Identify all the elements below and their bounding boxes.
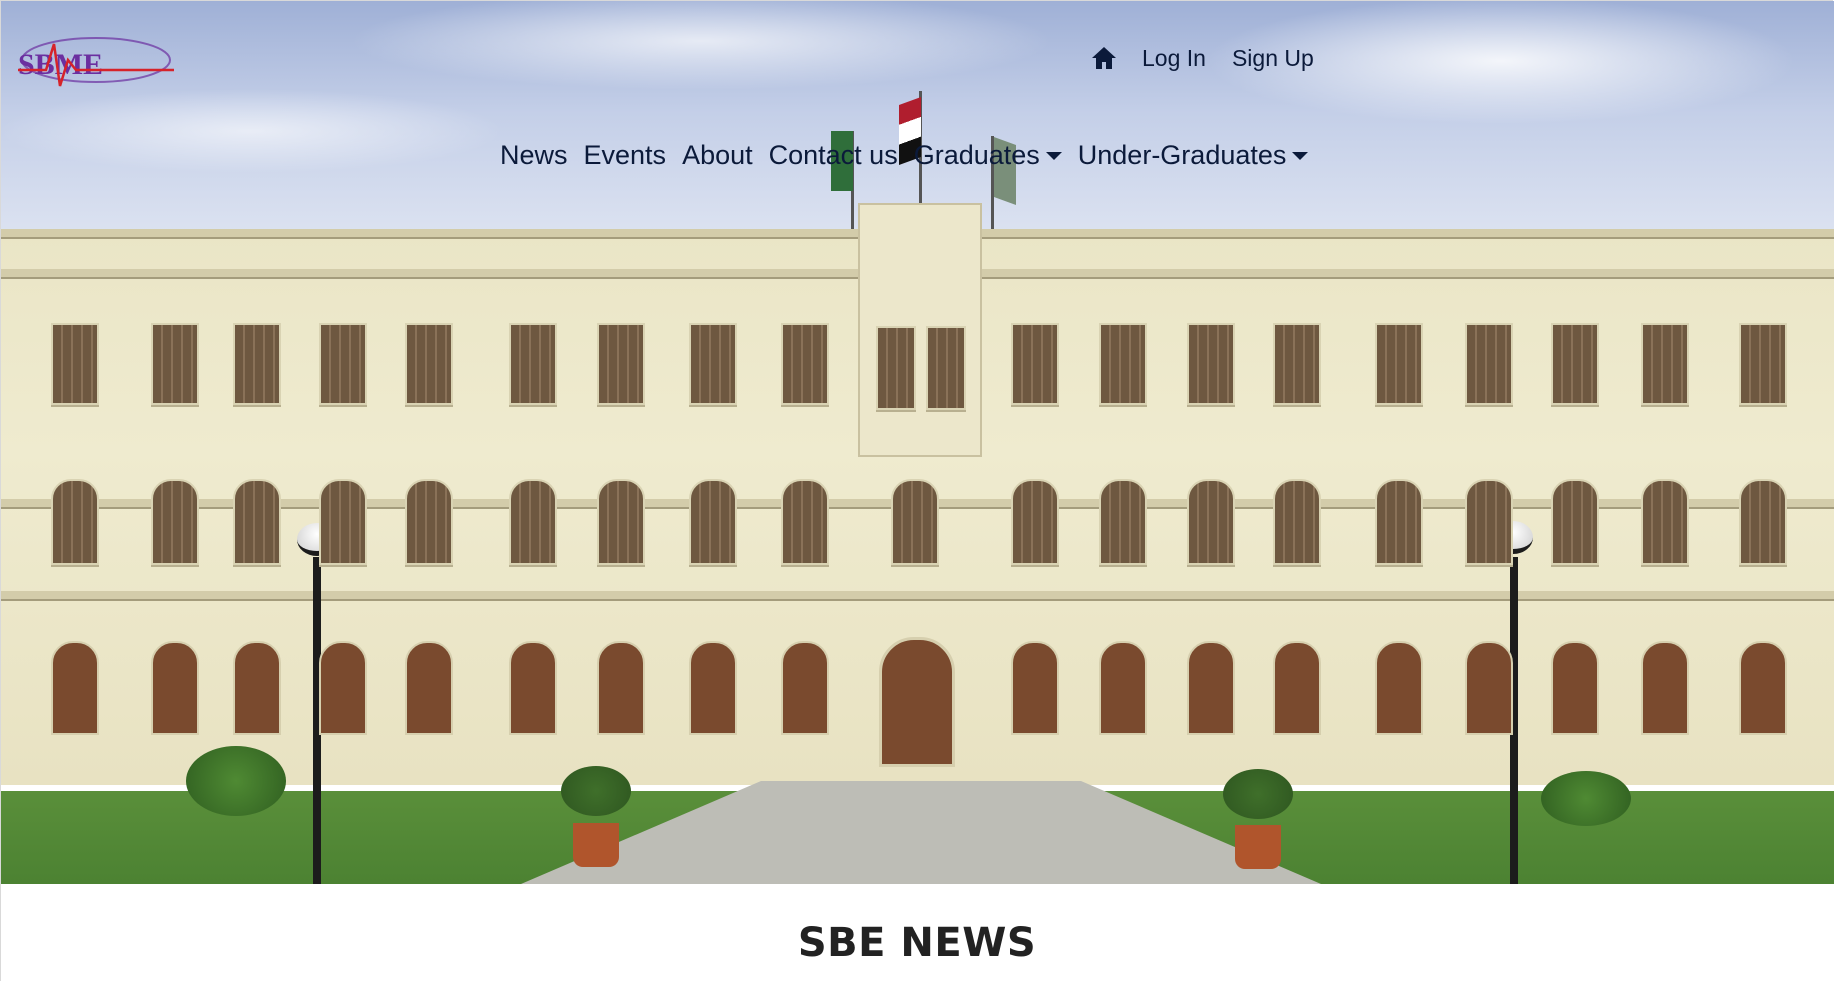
window: [597, 323, 645, 405]
nav-news[interactable]: News: [500, 140, 568, 171]
window: [233, 323, 281, 405]
arched-window: [151, 641, 199, 735]
chevron-down-icon[interactable]: [1045, 151, 1062, 160]
arched-window: [1099, 641, 1147, 735]
arched-window: [1375, 641, 1423, 735]
arched-window: [781, 641, 829, 735]
plant: [1223, 769, 1293, 819]
account-nav: Log In Sign Up: [1090, 44, 1340, 72]
signup-link[interactable]: Sign Up: [1232, 45, 1314, 72]
window: [1551, 479, 1599, 565]
arched-window: [233, 641, 281, 735]
arched-window: [1273, 641, 1321, 735]
arched-window: [1011, 641, 1059, 735]
chevron-down-icon[interactable]: [1292, 151, 1309, 160]
arched-window: [51, 641, 99, 735]
nav-contact[interactable]: Contact us: [769, 140, 898, 171]
window: [1011, 479, 1059, 565]
window: [1187, 323, 1235, 405]
palm: [186, 746, 286, 816]
window: [1273, 323, 1321, 405]
window: [151, 323, 199, 405]
window: [1465, 479, 1513, 565]
arched-window: [1551, 641, 1599, 735]
arched-window: [597, 641, 645, 735]
arched-window: [689, 641, 737, 735]
window: [781, 323, 829, 405]
window: [319, 323, 367, 405]
nav-undergraduates[interactable]: Under-Graduates: [1078, 140, 1287, 170]
window: [597, 479, 645, 565]
nav-graduates[interactable]: Graduates: [914, 140, 1040, 170]
window: [51, 479, 99, 565]
cornice: [1, 591, 1834, 601]
window: [51, 323, 99, 405]
arched-window: [405, 641, 453, 735]
nav-graduates-dropdown[interactable]: Graduates: [914, 140, 1062, 171]
window: [781, 479, 829, 565]
arched-window: [1641, 641, 1689, 735]
window: [1011, 323, 1059, 405]
logo-graphic: SBME: [18, 37, 174, 87]
window: [233, 479, 281, 565]
window: [1375, 479, 1423, 565]
plant: [561, 766, 631, 816]
window: [405, 479, 453, 565]
window: [405, 323, 453, 405]
window: [1551, 323, 1599, 405]
window: [509, 323, 557, 405]
news-section-title: SBE NEWS: [797, 920, 1037, 966]
window: [1375, 323, 1423, 405]
main-door: [879, 637, 955, 767]
window: [509, 479, 557, 565]
window: [151, 479, 199, 565]
palm: [1541, 771, 1631, 826]
planter: [573, 823, 619, 867]
window: [689, 323, 737, 405]
window: [1641, 323, 1689, 405]
nav-about[interactable]: About: [682, 140, 753, 171]
window: [1099, 479, 1147, 565]
home-icon[interactable]: [1090, 44, 1118, 72]
arched-window: [1739, 641, 1787, 735]
window: [1187, 479, 1235, 565]
logo-text: SBME: [18, 48, 103, 81]
window: [689, 479, 737, 565]
window: [926, 326, 966, 410]
arched-window: [319, 641, 367, 735]
window: [1273, 479, 1321, 565]
arched-window: [509, 641, 557, 735]
main-nav: News Events About Contact us Graduates U…: [500, 140, 1309, 171]
login-link[interactable]: Log In: [1142, 45, 1206, 72]
window: [876, 326, 916, 410]
window: [1739, 323, 1787, 405]
nav-undergraduates-dropdown[interactable]: Under-Graduates: [1078, 140, 1309, 171]
window: [1099, 323, 1147, 405]
hero-image: [1, 1, 1834, 884]
window: [319, 479, 367, 565]
arched-window: [1465, 641, 1513, 735]
window: [1739, 479, 1787, 565]
sbme-logo[interactable]: SBME: [16, 30, 176, 92]
nav-events[interactable]: Events: [584, 140, 667, 171]
planter: [1235, 825, 1281, 869]
window: [891, 479, 939, 565]
window: [1641, 479, 1689, 565]
window: [1465, 323, 1513, 405]
arched-window: [1187, 641, 1235, 735]
